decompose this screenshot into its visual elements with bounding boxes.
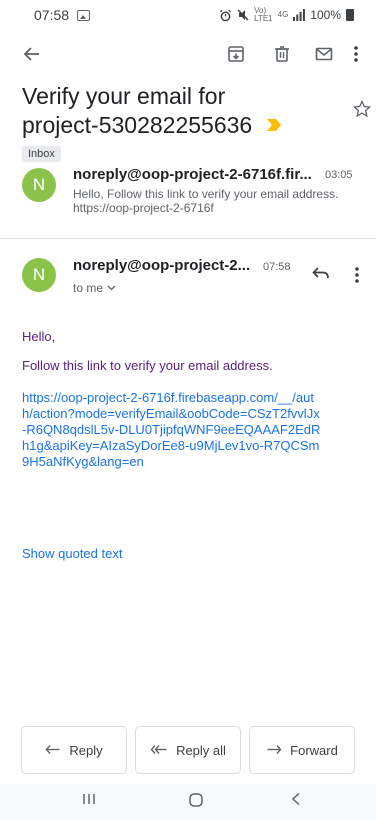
toolbar: [0, 34, 376, 74]
network-bottom-text: LTE1: [254, 14, 273, 23]
forward-button[interactable]: Forward: [249, 726, 355, 774]
message-sender[interactable]: noreply@oop-project-2-6716f.fir...: [73, 166, 312, 183]
message-snippet[interactable]: Hello, Follow this link to verify your e…: [73, 187, 355, 215]
gallery-notification-icon: [77, 9, 91, 21]
subject-line-2-row: project-530282255636 Inbox: [22, 111, 322, 169]
battery-percent: 100%: [310, 8, 341, 22]
more-vert-icon: [355, 267, 359, 283]
battery-icon: [346, 9, 354, 21]
system-navigation-bar: [0, 784, 376, 820]
verification-link[interactable]: https://oop-project-2-6716f.firebaseapp.…: [22, 390, 322, 470]
forward-icon: [267, 745, 282, 754]
more-vert-icon: [354, 46, 358, 62]
archive-button[interactable]: [222, 40, 250, 68]
archive-icon: [228, 46, 244, 62]
expanded-sender[interactable]: noreply@oop-project-2...: [73, 257, 250, 274]
recipient-details-toggle[interactable]: to me: [73, 281, 116, 295]
back-button[interactable]: [18, 40, 46, 68]
avatar-expanded[interactable]: N: [22, 258, 56, 292]
star-button[interactable]: [352, 99, 372, 123]
recent-apps-icon: [83, 794, 95, 804]
delete-button[interactable]: [268, 40, 296, 68]
status-right: Vo) LTE1 4G 100%: [219, 7, 354, 23]
system-back-button[interactable]: [290, 792, 302, 811]
reply-actions: Reply Reply all Forward: [21, 726, 355, 774]
avatar-letter-expanded: N: [32, 265, 46, 284]
reply-all-icon: [150, 745, 167, 754]
status-time: 07:58: [34, 7, 70, 23]
message-more-button[interactable]: [354, 266, 360, 289]
reply-icon: [312, 267, 329, 279]
forward-label: Forward: [290, 742, 338, 758]
inbox-label-badge[interactable]: Inbox: [22, 145, 61, 162]
important-marker-icon[interactable]: [266, 119, 281, 132]
alarm-icon: [220, 9, 232, 21]
back-arrow-icon: [23, 47, 39, 61]
mute-icon: [237, 9, 249, 21]
email-greeting: Hello,: [22, 329, 56, 344]
subject-line-2: project-530282255636: [22, 112, 253, 138]
recipient-text: to me: [73, 281, 104, 295]
recent-apps-button[interactable]: [82, 792, 96, 811]
reply-button[interactable]: Reply: [21, 726, 127, 774]
signal-icon: [293, 9, 306, 21]
avatar-letter: N: [32, 175, 46, 194]
chevron-left-icon: [291, 792, 300, 806]
status-bar: 07:58 Vo) LTE1 4G 100%: [0, 0, 376, 30]
star-icon: [352, 99, 372, 118]
reply-all-button[interactable]: Reply all: [135, 726, 241, 774]
message-divider: [0, 238, 376, 239]
delete-icon: [275, 46, 289, 62]
subject-line-1: Verify your email for: [22, 83, 226, 109]
expanded-time: 07:58: [263, 261, 291, 273]
mark-unread-button[interactable]: [310, 40, 338, 68]
reply-all-label: Reply all: [176, 742, 226, 758]
home-icon: [189, 793, 203, 807]
chevron-down-icon: [107, 285, 116, 291]
reply-quick-button[interactable]: [312, 266, 330, 285]
avatar[interactable]: N: [22, 168, 56, 202]
reply-label: Reply: [69, 742, 103, 758]
status-left: 07:58: [34, 7, 91, 23]
reply-icon: [45, 745, 60, 754]
mark-unread-icon: [315, 47, 333, 61]
home-button[interactable]: [188, 792, 204, 813]
network-label: Vo) LTE1: [254, 7, 273, 23]
email-subject: Verify your email for project-5302822556…: [22, 82, 322, 169]
show-quoted-text-link[interactable]: Show quoted text: [22, 546, 342, 561]
signal-gen-label: 4G: [277, 10, 289, 19]
email-instruction: Follow this link to verify your email ad…: [22, 358, 273, 373]
message-time: 03:05: [325, 169, 353, 181]
more-options-button[interactable]: [342, 40, 370, 68]
